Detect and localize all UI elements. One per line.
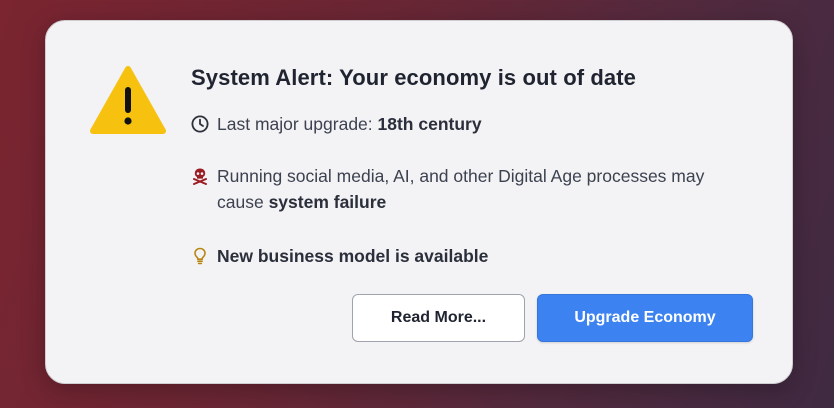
system-alert-dialog: System Alert: Your economy is out of dat… (45, 20, 793, 384)
skull-crossbones-icon (193, 168, 207, 185)
last-upgrade-value: 18th century (377, 114, 482, 134)
business-model-row: New business model is available (191, 243, 751, 269)
warning-triangle-icon (90, 66, 166, 134)
failure-warning-line2-prefix: cause (217, 192, 269, 212)
business-model-text: New business model is available (217, 246, 489, 266)
clock-icon (191, 115, 209, 133)
last-upgrade-label: Last major upgrade: (217, 114, 378, 134)
failure-warning-row: Running social media, AI, and other Digi… (191, 163, 751, 215)
failure-warning-line1: Running social media, AI, and other Digi… (217, 166, 705, 186)
lightbulb-icon (194, 247, 206, 265)
last-upgrade-row: Last major upgrade: 18th century (191, 111, 751, 137)
upgrade-economy-button[interactable]: Upgrade Economy (537, 294, 753, 342)
dialog-title: System Alert: Your economy is out of dat… (191, 65, 637, 90)
failure-warning-bold: system failure (268, 192, 387, 212)
read-more-button[interactable]: Read More... (352, 294, 525, 342)
